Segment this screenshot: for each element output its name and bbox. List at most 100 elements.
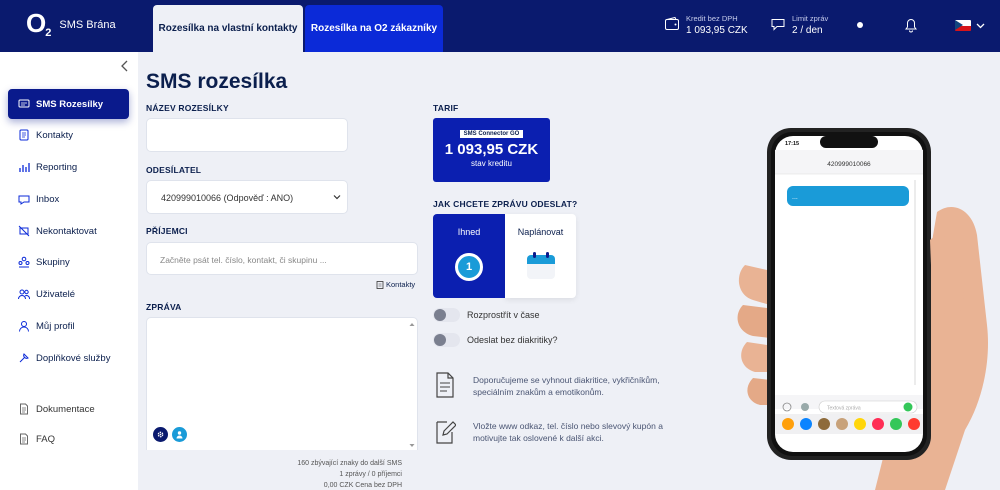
settings-icon[interactable] <box>153 427 168 442</box>
sidebar-item-label: Skupiny <box>36 256 70 268</box>
no-diacritics-toggle[interactable] <box>433 333 460 347</box>
sidebar-item-label: Kontakty <box>36 129 73 141</box>
person-icon[interactable] <box>172 427 187 442</box>
chevron-down-icon[interactable] <box>976 21 985 30</box>
phone-preview: 17:15 420999010066 ... Textová zpráva <box>737 128 989 490</box>
chars-remaining: 160 zbývající znaky do další SMS <box>297 460 402 467</box>
tip-diacritics: Doporučujeme se vyhnout diakritice, vykř… <box>473 375 660 397</box>
scrollbar[interactable] <box>408 322 416 450</box>
document-icon <box>18 403 30 415</box>
sms-icon <box>18 98 30 110</box>
recipients-placeholder: Začněte psát tel. číslo, kontakt, či sku… <box>160 255 327 265</box>
recipients-input[interactable]: Začněte psát tel. číslo, kontakt, či sku… <box>146 242 418 275</box>
sidebar-item-users[interactable]: Uživatelé <box>8 279 129 309</box>
sidebar-item-label: Reporting <box>36 161 78 173</box>
campaign-name-input[interactable] <box>146 118 348 152</box>
phone-bubble: ... <box>792 194 798 201</box>
tariff-label: TARIF <box>433 103 459 113</box>
app-name: SMS Brána <box>59 19 116 31</box>
tip-links: Vložte www odkaz, tel. číslo nebo slevov… <box>473 421 663 443</box>
name-label: NÁZEV ROZESÍLKY <box>146 103 229 113</box>
spread-in-time-toggle[interactable] <box>433 308 460 322</box>
calendar-icon <box>526 252 555 279</box>
message-label: ZPRÁVA <box>146 302 182 312</box>
credit-indicator: Kredit bez DPH 1 093,95 CZK <box>664 14 748 36</box>
wallet-icon <box>665 16 679 30</box>
sender-label: ODESÍLATEL <box>146 165 202 175</box>
users-icon <box>18 288 30 300</box>
phone-input-placeholder: Textová zpráva <box>827 406 861 412</box>
phone-sender: 420999010066 <box>827 161 871 168</box>
czech-flag-icon[interactable] <box>955 20 971 31</box>
chat-icon <box>771 19 785 31</box>
status-dot <box>857 22 863 28</box>
inbox-icon <box>18 193 30 205</box>
bell-icon[interactable] <box>904 17 918 33</box>
no-diacritics-label: Odeslat bez diakritiky? <box>467 335 558 345</box>
send-now-option[interactable]: Ihned 1 <box>433 214 505 298</box>
sidebar-item-label: Dokumentace <box>36 403 95 415</box>
tab-o2-customers[interactable]: Rozesílka na O2 zákazníky <box>305 5 443 52</box>
chevron-down-icon <box>333 195 341 200</box>
message-tools <box>153 427 191 442</box>
recipients-label: PŘÍJEMCI <box>146 226 188 236</box>
tab-own-contacts[interactable]: Rozesílka na vlastní kontakty <box>153 5 303 52</box>
sidebar-item-label: SMS Rozesílky <box>36 98 104 110</box>
sidebar-item-profile[interactable]: Můj profil <box>8 311 129 341</box>
send-mode-label: JAK CHCETE ZPRÁVU ODESLAT? <box>433 199 578 209</box>
document-icon <box>436 372 454 398</box>
contacts-icon <box>376 280 384 289</box>
phone-time: 17:15 <box>785 141 799 147</box>
contacts-link-label: Kontakty <box>386 280 416 289</box>
schedule-label: Naplánovat <box>517 227 564 237</box>
tariff-badge: SMS Connector GO <box>459 130 524 138</box>
send-now-label: Ihned <box>457 227 481 237</box>
sidebar-item-sms[interactable]: SMS Rozesílky <box>8 89 129 119</box>
message-price: 0,00 CZK Cena bez DPH <box>323 482 402 489</box>
groups-icon <box>18 256 30 268</box>
profile-icon <box>18 320 30 332</box>
message-footer: 160 zbývající znaky do další SMS 1 zpráv… <box>146 450 418 490</box>
sidebar-item-documentation[interactable]: Dokumentace <box>8 394 129 424</box>
send-now-badge: 1 <box>455 253 483 281</box>
logo-two: 2 <box>45 27 52 39</box>
o2-logo[interactable]: O 2 SMS Brána <box>26 10 116 39</box>
schedule-option[interactable]: Naplánovat <box>505 214 576 298</box>
logo-o: O <box>26 8 47 38</box>
sidebar-item-reporting[interactable]: Reporting <box>8 152 129 182</box>
limit-value: 2 / den <box>792 25 823 36</box>
sidebar-item-faq[interactable]: FAQ <box>8 424 129 454</box>
top-bar: O 2 SMS Brána Rozesílka na vlastní konta… <box>0 0 1000 52</box>
services-icon <box>18 352 30 364</box>
block-icon <box>18 225 30 237</box>
sender-value: 420999010066 (Odpověď : ANO) <box>161 193 294 203</box>
sidebar-item-services[interactable]: Doplňkové služby <box>8 343 129 373</box>
sidebar-item-label: Inbox <box>36 193 60 205</box>
credit-value: 1 093,95 CZK <box>686 25 748 36</box>
sidebar: SMS Rozesílky Kontakty Reporting Inbox N… <box>0 52 138 490</box>
chart-icon <box>18 161 30 173</box>
message-counts: 1 zprávy / 0 příjemci <box>339 471 402 478</box>
sidebar-item-inbox[interactable]: Inbox <box>8 184 129 214</box>
sidebar-item-groups[interactable]: Skupiny <box>8 247 129 277</box>
limit-indicator: Limit zpráv 2 / den <box>770 14 828 36</box>
sender-select[interactable]: 420999010066 (Odpověď : ANO) <box>146 180 348 214</box>
contacts-link[interactable]: Kontakty <box>376 280 415 289</box>
sidebar-item-label: Doplňkové služby <box>36 352 111 364</box>
page-title: SMS rozesílka <box>146 70 288 93</box>
faq-icon <box>18 433 30 445</box>
edit-icon <box>436 421 456 444</box>
chevron-left-icon[interactable] <box>120 60 130 72</box>
credit-label: Kredit bez DPH <box>686 14 738 23</box>
tariff-sub: stav kreditu <box>471 159 512 168</box>
sidebar-item-contacts[interactable]: Kontakty <box>8 120 129 150</box>
sidebar-item-do-not-contact[interactable]: Nekontaktovat <box>8 216 129 246</box>
spread-in-time-label: Rozprostřít v čase <box>467 310 540 320</box>
sidebar-item-label: Uživatelé <box>36 288 76 300</box>
limit-label: Limit zpráv <box>792 14 829 23</box>
tariff-card: SMS Connector GO 1 093,95 CZK stav kredi… <box>433 118 550 182</box>
tariff-amount: 1 093,95 CZK <box>444 141 539 158</box>
sidebar-item-label: FAQ <box>36 433 56 445</box>
sidebar-item-label: Nekontaktovat <box>36 225 97 237</box>
sidebar-item-label: Můj profil <box>36 320 75 332</box>
